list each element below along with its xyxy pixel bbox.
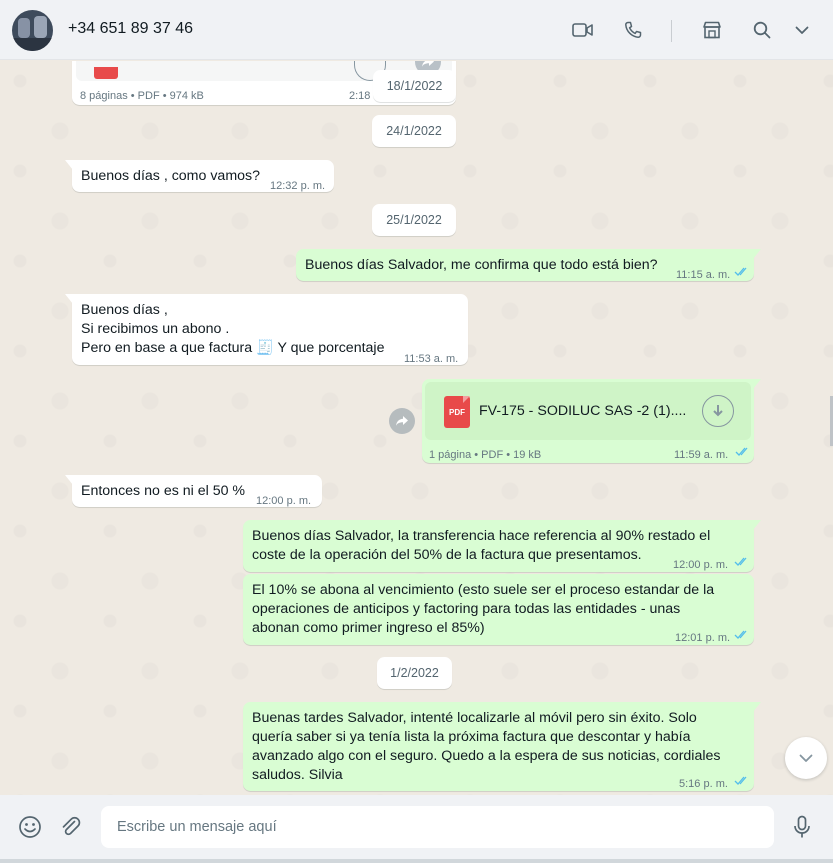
date-divider: 18/1/2022 [373, 70, 456, 102]
video-call-icon[interactable] [572, 19, 594, 41]
message-text: Buenas tardes Salvador, intenté localiza… [252, 710, 721, 783]
document-preview[interactable]: PDF FV-175 - SODILUC SAS -2 (1).... [425, 382, 751, 440]
date-divider: 1/2/2022 [377, 657, 452, 689]
voice-call-icon[interactable] [622, 19, 644, 41]
chevron-down-icon [799, 754, 813, 762]
read-ticks-icon [735, 447, 748, 456]
bottom-border [0, 859, 833, 863]
composer-bar [0, 795, 833, 863]
chat-header: +34 651 89 37 46 [0, 0, 833, 60]
message-time: 11:15 a. m. [676, 269, 731, 281]
read-ticks-icon [734, 776, 747, 785]
message-time: 11:59 a. m. [674, 449, 729, 461]
read-ticks-icon [734, 267, 747, 276]
message-time: 12:00 p. m. [256, 495, 312, 507]
document-meta: 1 página • PDF • 19 kB [429, 449, 542, 461]
microphone-icon[interactable] [789, 814, 815, 840]
message-time: 5:16 p. m. [679, 778, 728, 790]
message-text: Buenos días Salvador, me confirma que to… [305, 257, 658, 273]
emoji-icon[interactable] [17, 814, 43, 840]
forward-icon[interactable] [389, 408, 415, 434]
outgoing-message[interactable]: Buenos días Salvador, me confirma que to… [296, 249, 761, 281]
date-divider: 25/1/2022 [372, 204, 456, 236]
message-time: 2:18 [349, 90, 371, 102]
pdf-file-icon: PDF [444, 396, 470, 428]
message-text: El 10% se abona al vencimiento (esto sue… [252, 582, 715, 636]
incoming-message[interactable]: Buenos días , Si recibimos un abono . Pe… [65, 294, 468, 365]
message-text: Buenos días , Si recibimos un abono . Pe… [81, 302, 385, 356]
header-divider [671, 20, 672, 42]
message-text: Buenos días , como vamos? [81, 168, 261, 184]
outgoing-message[interactable]: Buenos días Salvador, la transferencia h… [243, 520, 761, 572]
message-time: 12:00 p. m. [673, 559, 729, 571]
outgoing-document-message[interactable]: PDF FV-175 - SODILUC SAS -2 (1).... 1 pá… [422, 379, 761, 463]
catalog-icon[interactable] [701, 19, 723, 41]
outgoing-message[interactable]: El 10% se abona al vencimiento (esto sue… [243, 574, 754, 645]
incoming-message[interactable]: Entonces no es ni el 50 % 12:00 p. m. [65, 475, 322, 507]
pdf-file-icon [94, 67, 118, 79]
read-ticks-icon [734, 557, 747, 566]
scroll-to-bottom-button[interactable] [785, 737, 827, 779]
contact-name[interactable]: +34 651 89 37 46 [68, 20, 193, 38]
document-meta: 8 páginas • PDF • 974 kB [80, 90, 204, 102]
date-divider: 24/1/2022 [372, 115, 456, 147]
message-list[interactable]: 8 páginas • PDF • 974 kB 2:18 18/1/2022 … [0, 61, 833, 795]
search-icon[interactable] [751, 19, 773, 41]
message-text: Entonces no es ni el 50 % [81, 483, 246, 499]
attach-icon[interactable] [58, 814, 84, 840]
message-text: Buenos días Salvador, la transferencia h… [252, 528, 711, 563]
contact-avatar[interactable] [12, 10, 53, 51]
message-time: 12:01 p. m. [675, 632, 731, 644]
read-ticks-icon [734, 630, 747, 639]
message-input[interactable] [101, 806, 774, 848]
outgoing-message[interactable]: Buenas tardes Salvador, intenté localiza… [243, 702, 761, 791]
message-time: 11:53 a. m. [404, 353, 459, 365]
menu-chevron-icon[interactable] [791, 19, 813, 41]
download-icon[interactable] [702, 395, 734, 427]
message-time: 12:32 p. m. [270, 180, 326, 192]
incoming-message[interactable]: Buenos días , como vamos? 12:32 p. m. [65, 160, 334, 192]
document-name: FV-175 - SODILUC SAS -2 (1).... [479, 403, 687, 419]
